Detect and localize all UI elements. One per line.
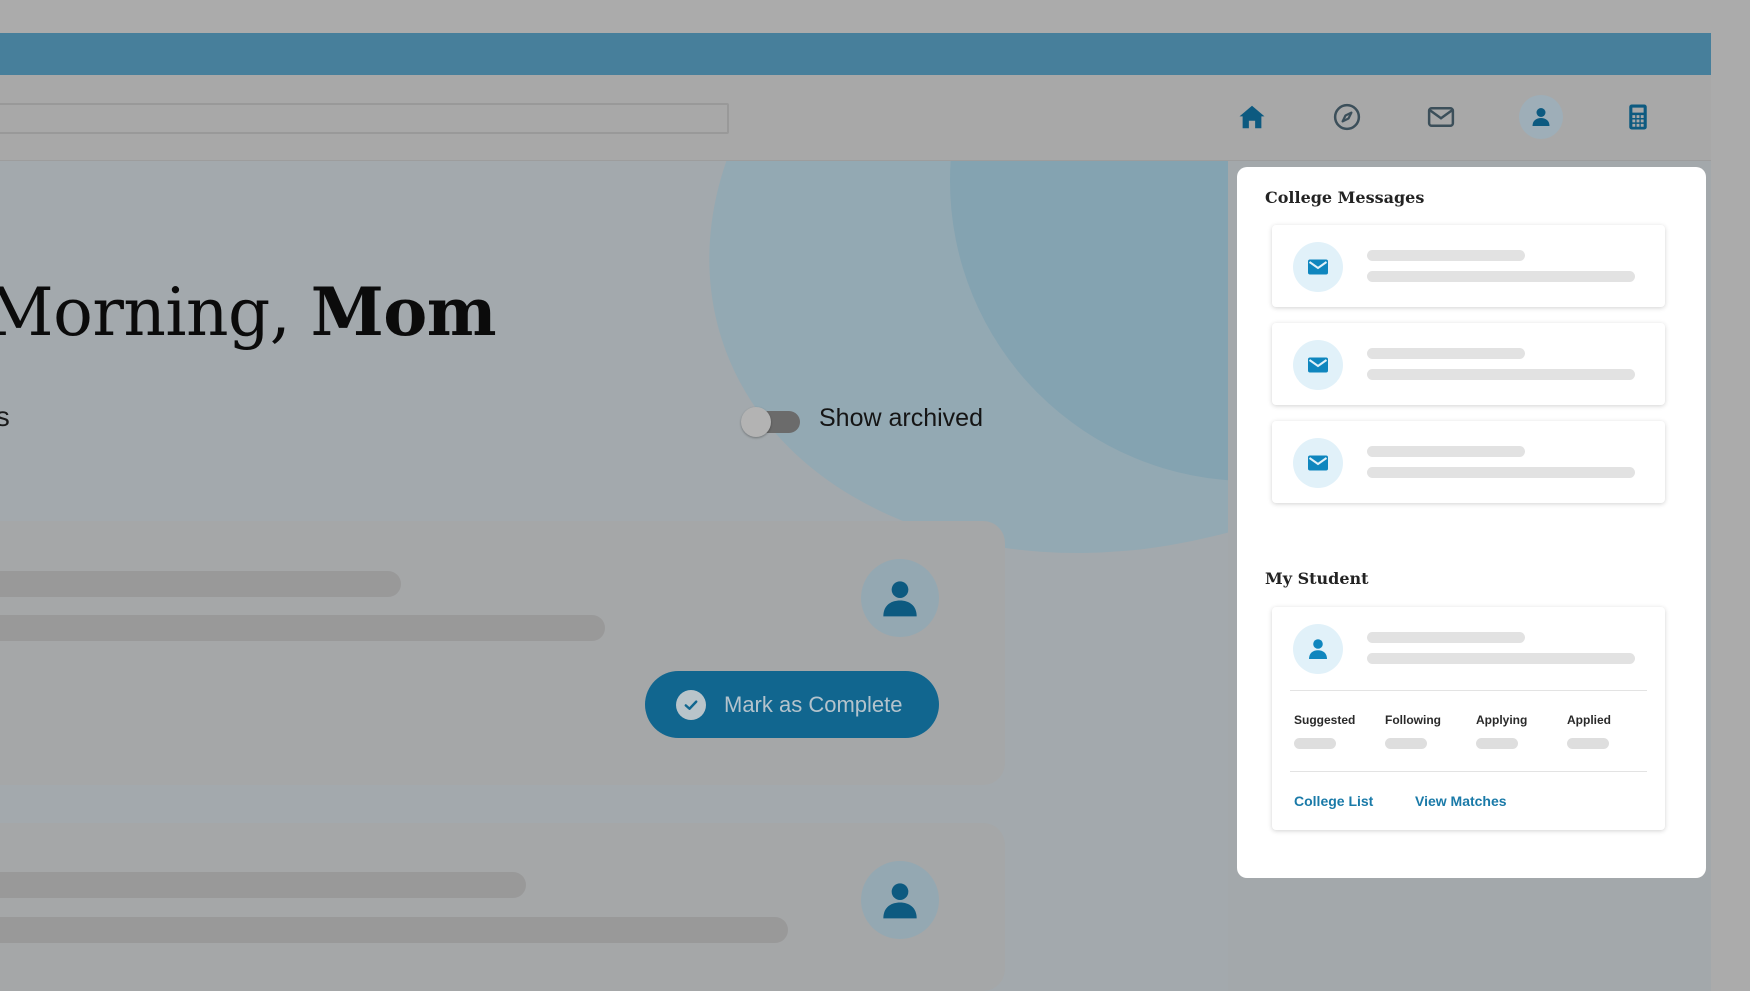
my-student-card: Suggested Following Applying Applied Col…	[1272, 607, 1665, 830]
college-messages-title: College Messages	[1265, 188, 1425, 207]
show-archived-label: Show archived	[819, 404, 983, 432]
backdrop-edge	[1711, 0, 1750, 991]
mail-icon	[1293, 242, 1343, 292]
user-avatar	[861, 861, 939, 939]
college-message-card[interactable]	[1272, 225, 1665, 307]
skeleton-line	[0, 872, 526, 898]
compass-icon[interactable]	[1325, 95, 1369, 139]
divider	[1290, 690, 1647, 691]
stat-value-placeholder	[1476, 738, 1518, 749]
stat-applied-label: Applied	[1567, 713, 1611, 727]
user-icon	[883, 883, 917, 919]
mail-icon[interactable]	[1419, 95, 1463, 139]
toggle-knob	[741, 407, 771, 437]
skeleton-line	[1367, 271, 1635, 282]
show-archived-toggle[interactable]	[741, 407, 800, 437]
skeleton-line	[0, 571, 401, 597]
skeleton-line	[1367, 467, 1635, 478]
stat-value-placeholder	[1294, 738, 1336, 749]
divider	[1290, 771, 1647, 772]
user-icon	[1309, 639, 1327, 659]
view-matches-link[interactable]: View Matches	[1415, 793, 1507, 809]
user-icon[interactable]	[1519, 95, 1563, 139]
skeleton-line	[1367, 250, 1525, 261]
stat-applying-label: Applying	[1476, 713, 1528, 727]
skeleton-line	[1367, 653, 1635, 664]
user-icon	[883, 581, 917, 617]
greeting-prefix: Morning,	[0, 274, 291, 351]
skeleton-line	[1367, 446, 1525, 457]
skeleton-line	[0, 917, 788, 943]
top-bar	[0, 33, 1711, 75]
greeting-heading: Morning, Mom	[0, 273, 497, 351]
my-student-title: My Student	[1265, 569, 1369, 588]
college-list-link[interactable]: College List	[1294, 793, 1373, 809]
nav-bar	[0, 75, 1711, 161]
section-label: ts	[0, 401, 10, 432]
stat-following-label: Following	[1385, 713, 1441, 727]
app-window: Morning, Mom ts Show archived Mark as Co…	[0, 33, 1711, 991]
mark-as-complete-button[interactable]: Mark as Complete	[645, 671, 939, 738]
stat-value-placeholder	[1385, 738, 1427, 749]
user-avatar	[861, 559, 939, 637]
college-message-card[interactable]	[1272, 323, 1665, 405]
task-card: Mark as Complete	[0, 521, 1005, 785]
skeleton-line	[0, 615, 605, 641]
skeleton-line	[1367, 369, 1635, 380]
skeleton-line	[1367, 632, 1525, 643]
mark-as-complete-label: Mark as Complete	[724, 691, 903, 717]
student-avatar	[1293, 624, 1343, 674]
right-sidebar: College Messages My Student Suggested Fo…	[1228, 161, 1711, 991]
greeting-name: Mom	[310, 273, 497, 351]
college-message-card[interactable]	[1272, 421, 1665, 503]
stat-suggested-label: Suggested	[1294, 713, 1356, 727]
search-input[interactable]	[0, 103, 729, 134]
task-card	[0, 823, 1005, 991]
main-content: Morning, Mom ts Show archived Mark as Co…	[0, 161, 1228, 991]
calculator-icon[interactable]	[1616, 95, 1660, 139]
mail-icon	[1293, 438, 1343, 488]
sidebar-panel: College Messages My Student Suggested Fo…	[1237, 167, 1706, 878]
mail-icon	[1293, 340, 1343, 390]
home-icon[interactable]	[1230, 95, 1274, 139]
check-circle-icon	[676, 689, 706, 720]
stat-value-placeholder	[1567, 738, 1609, 749]
skeleton-line	[1367, 348, 1525, 359]
